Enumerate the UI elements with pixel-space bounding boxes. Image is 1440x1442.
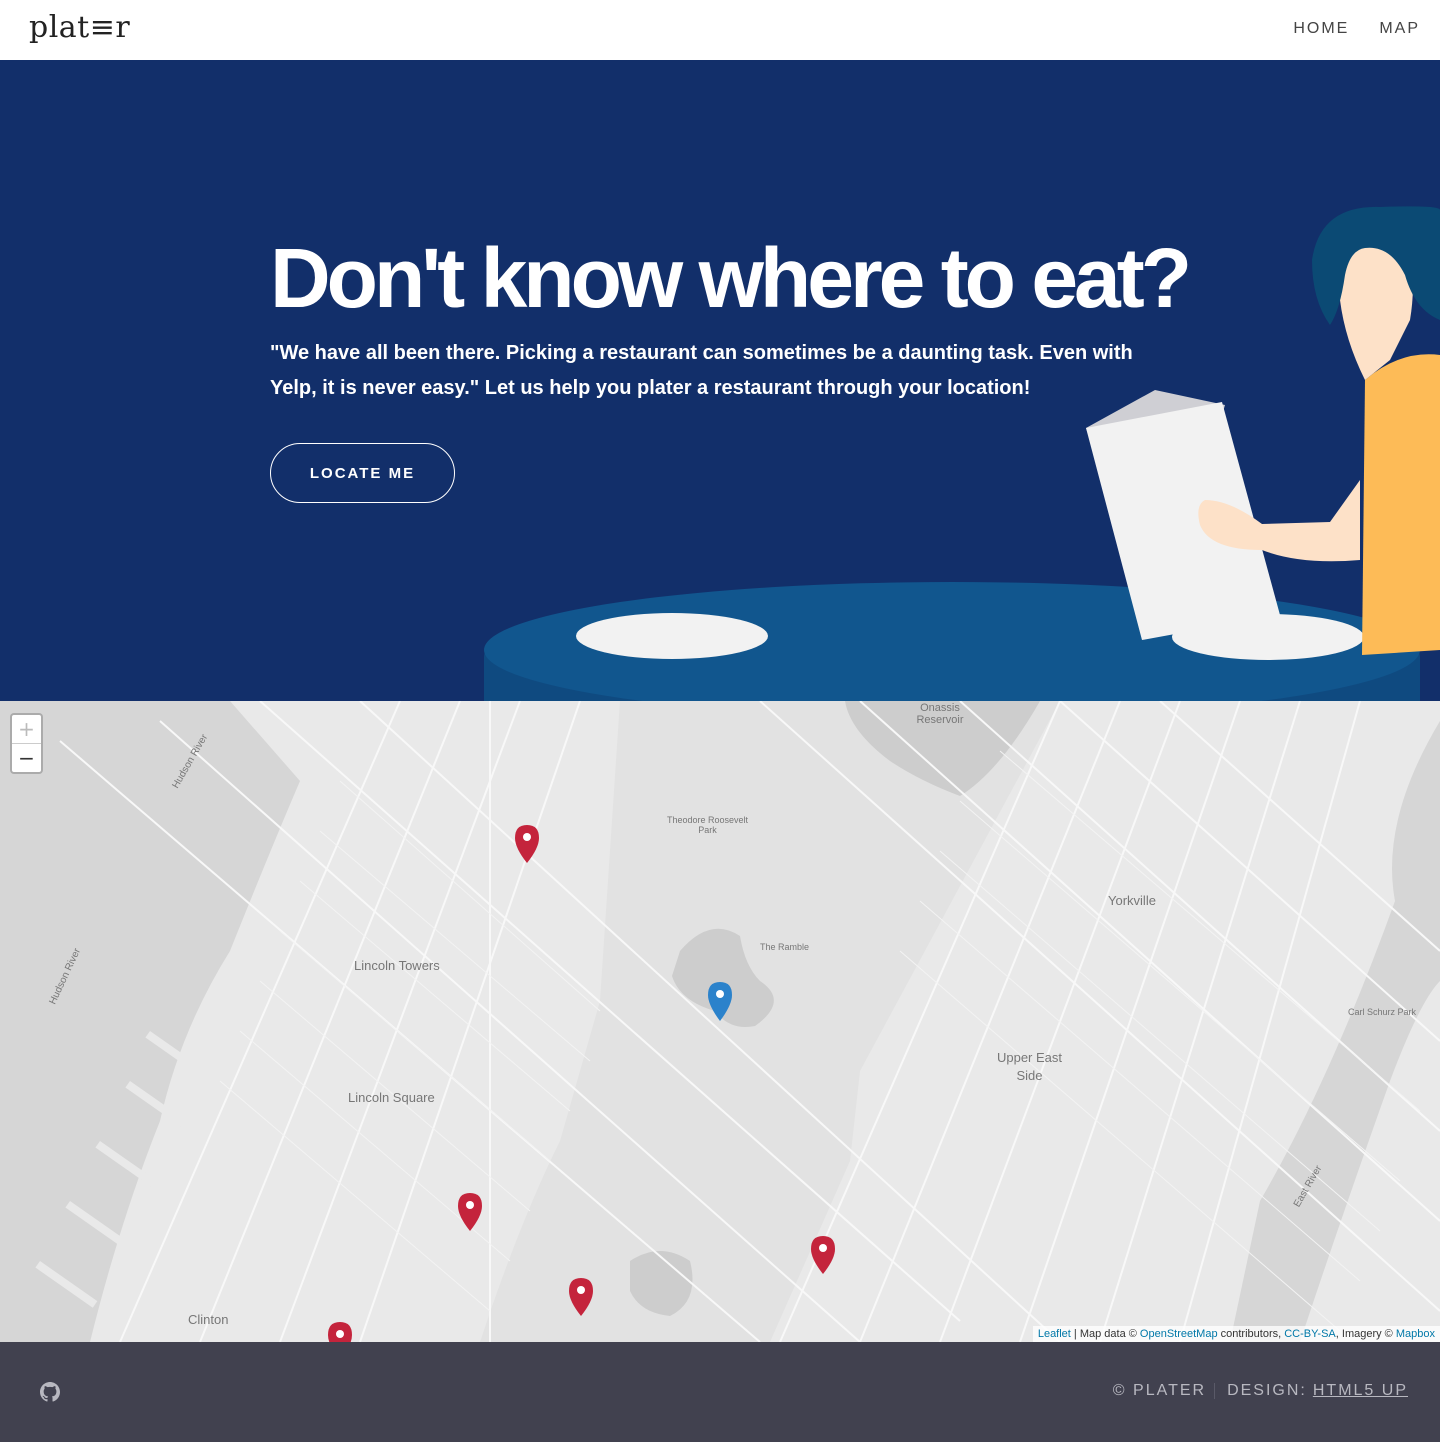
map-label-lincoln-square: Lincoln Square [348, 1090, 435, 1105]
map-label-yorkville: Yorkville [1108, 893, 1156, 908]
main-nav: HOME MAP [1293, 20, 1420, 38]
map-label-onassis: Onassis Reservoir [916, 702, 964, 726]
restaurant-marker[interactable] [328, 1322, 352, 1342]
map-tiles[interactable] [0, 701, 1440, 1342]
nav-home-link[interactable]: HOME [1293, 20, 1349, 38]
attribution-text-3: , Imagery © [1335, 1328, 1396, 1340]
footer-divider [1214, 1383, 1216, 1399]
zoom-control: + − [10, 713, 43, 774]
map-label-clinton: Clinton [188, 1312, 229, 1327]
zoom-in-button[interactable]: + [12, 715, 41, 744]
hero-title: Don't know where to eat? [270, 231, 1192, 325]
leaflet-link[interactable]: Leaflet [1038, 1328, 1071, 1340]
map-label-roosevelt: Theodore Roosevelt Park [666, 815, 749, 835]
zoom-out-button[interactable]: − [12, 744, 41, 773]
nav-map-link[interactable]: MAP [1379, 20, 1420, 38]
hero-description: "We have all been there. Picking a resta… [270, 342, 1133, 399]
osm-link[interactable]: OpenStreetMap [1140, 1328, 1218, 1340]
site-header: plat≡r HOME MAP [0, 0, 1440, 60]
site-logo[interactable]: plat≡r [29, 10, 130, 45]
restaurant-map[interactable]: Onassis Reservoir Theodore Roosevelt Par… [0, 701, 1440, 1342]
github-icon[interactable] [40, 1382, 60, 1402]
license-link[interactable]: CC-BY-SA [1284, 1328, 1336, 1340]
map-label-lincoln-towers: Lincoln Towers [354, 958, 440, 973]
attribution-text-2: contributors, [1217, 1328, 1285, 1340]
mapbox-link[interactable]: Mapbox [1396, 1328, 1435, 1340]
map-label-upper-east-side: Upper East Side [996, 1050, 1063, 1083]
locate-me-button[interactable]: LOCATE ME [270, 443, 455, 503]
design-label: DESIGN: [1227, 1382, 1307, 1399]
plate-left [576, 613, 768, 659]
attribution-text-1: | Map data © [1070, 1328, 1140, 1340]
map-label-ramble: The Ramble [760, 942, 810, 952]
map-attribution: Leaflet | Map data © OpenStreetMap contr… [1032, 1326, 1440, 1342]
html5up-link[interactable]: HTML5 UP [1313, 1382, 1408, 1400]
footer-credits: © PLATER DESIGN: HTML5 UP [1113, 1382, 1408, 1400]
hero-banner: Don't know where to eat? "We have all be… [0, 60, 1440, 701]
site-footer: © PLATER DESIGN: HTML5 UP [0, 1342, 1440, 1442]
map-label-carl-schurz: Carl Schurz Park [1348, 1007, 1417, 1017]
copyright-text: © PLATER [1112, 1382, 1207, 1399]
